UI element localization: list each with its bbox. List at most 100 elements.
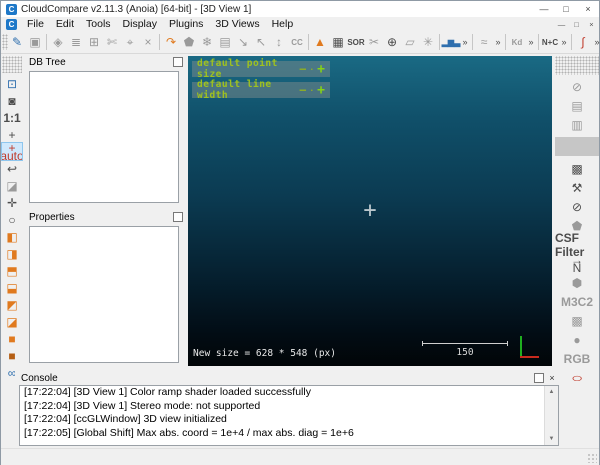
- auto-pick-center-icon[interactable]: + auto: [2, 143, 22, 160]
- screenshot-icon[interactable]: ▤: [216, 33, 234, 51]
- properties-content[interactable]: [29, 226, 179, 363]
- save-icon[interactable]: ▣: [26, 33, 44, 51]
- point-size-decrease-button[interactable]: −: [299, 62, 306, 76]
- line-width-decrease-button[interactable]: −: [299, 83, 306, 97]
- csf-filter-button[interactable]: CSF Filter: [555, 235, 599, 254]
- toolbar-extension-button[interactable]: »: [493, 33, 503, 51]
- histogram-icon[interactable]: ▂▆▃: [442, 33, 460, 51]
- clean-broom-icon[interactable]: ⚒: [555, 178, 599, 197]
- separator: [538, 34, 539, 50]
- animation-icon[interactable]: ▩: [555, 159, 599, 178]
- float-panel-icon[interactable]: [173, 57, 183, 67]
- view-iso-back-icon[interactable]: ■: [2, 347, 22, 364]
- dock-drag-handle: [2, 56, 22, 73]
- perspective-cube-icon[interactable]: ◪: [2, 177, 22, 194]
- status-bar: [1, 448, 599, 465]
- view-left-icon[interactable]: ⬒: [2, 262, 22, 279]
- menu-3d-views[interactable]: 3D Views: [209, 17, 265, 31]
- s-curve-icon[interactable]: ∫: [574, 33, 592, 51]
- zoom-fit-all-icon[interactable]: ↕: [270, 33, 288, 51]
- toolbar-extension-button[interactable]: »: [460, 33, 470, 51]
- view-back-icon[interactable]: ⬓: [2, 279, 22, 296]
- console-log-line: [17:22:04] [3D View 1] Stereo mode: not …: [20, 400, 545, 414]
- db-tree-content[interactable]: [29, 71, 179, 203]
- zoom-fit-icon[interactable]: ↘: [234, 33, 252, 51]
- segment-icon[interactable]: ✄: [103, 33, 121, 51]
- properties-list-icon[interactable]: ≣: [67, 33, 85, 51]
- transform-icon[interactable]: ◈: [49, 33, 67, 51]
- console-header: Console ×: [15, 370, 561, 385]
- view-size-status-text: New size = 628 * 548 (px): [193, 348, 336, 359]
- cc-compare-icon[interactable]: CC: [288, 33, 306, 51]
- float-panel-icon[interactable]: [534, 373, 544, 383]
- facets-icon[interactable]: ●: [555, 330, 599, 349]
- mdi-restore-button[interactable]: □: [569, 18, 584, 30]
- menu-plugins[interactable]: Plugins: [163, 17, 209, 31]
- translate-rotate-icon[interactable]: ⊕: [383, 33, 401, 51]
- display-options-icon[interactable]: ⊡: [2, 75, 22, 92]
- scroll-up-icon[interactable]: ▲: [549, 386, 555, 398]
- clone-icon[interactable]: ↷: [162, 33, 180, 51]
- box-clip-icon[interactable]: ▱: [401, 33, 419, 51]
- float-panel-icon[interactable]: [173, 212, 183, 222]
- console-log-line: [17:22:04] [3D View 1] Color ramp shader…: [20, 386, 545, 400]
- camera-icon[interactable]: ◙: [2, 92, 22, 109]
- view-right-icon[interactable]: ◩: [2, 296, 22, 313]
- rasterize-icon[interactable]: ▤: [555, 96, 599, 115]
- resize-grip[interactable]: [587, 453, 597, 463]
- minimize-button[interactable]: —: [533, 2, 555, 16]
- toolbar-extension-button[interactable]: »: [526, 33, 536, 51]
- point-picking-icon[interactable]: ⌖: [121, 33, 139, 51]
- mdi-minimize-button[interactable]: —: [554, 18, 569, 30]
- zoom-fit-selection-icon[interactable]: ↖: [252, 33, 270, 51]
- open-icon[interactable]: ✎: [8, 33, 26, 51]
- pivot-arrow-icon[interactable]: ↩: [2, 160, 22, 177]
- db-tree-panel: DB Tree: [23, 54, 187, 209]
- hpr-icon[interactable]: ⬢: [555, 273, 599, 292]
- maximize-button[interactable]: □: [555, 2, 577, 16]
- noise-filter-icon[interactable]: ▦: [329, 33, 347, 51]
- texture-icon[interactable]: ▩: [555, 311, 599, 330]
- pan-view-icon[interactable]: ✛: [2, 194, 22, 211]
- sor-filter-icon[interactable]: SOR: [347, 33, 365, 51]
- line-width-increase-button[interactable]: +: [317, 83, 325, 98]
- db-tree-header: DB Tree: [23, 54, 187, 69]
- menu-help[interactable]: Help: [266, 17, 300, 31]
- point-size-increase-button[interactable]: +: [317, 62, 325, 77]
- curvature-icon[interactable]: ≈: [475, 33, 493, 51]
- view-top-icon[interactable]: ◧: [2, 228, 22, 245]
- viewport-3d-canvas[interactable]: default point size − · + default line wi…: [188, 56, 552, 366]
- mute-colors-icon[interactable]: ⊘: [555, 77, 599, 96]
- menu-display[interactable]: Display: [117, 17, 163, 31]
- contour-plot-icon[interactable]: ▥: [555, 115, 599, 134]
- toolbar-extension-button[interactable]: »: [592, 33, 600, 51]
- kd-tree-icon[interactable]: Kd: [508, 33, 526, 51]
- shield-filter-icon[interactable]: ⬟: [180, 33, 198, 51]
- view-bottom-icon[interactable]: ◪: [2, 313, 22, 330]
- menu-edit[interactable]: Edit: [50, 17, 80, 31]
- circle-slash-icon[interactable]: ⊘: [555, 197, 599, 216]
- polyline-trace-icon[interactable]: ✳: [419, 33, 437, 51]
- m3c2-icon[interactable]: M3C2: [555, 292, 599, 311]
- menu-file[interactable]: File: [21, 17, 50, 31]
- mdi-close-button[interactable]: ×: [584, 18, 599, 30]
- cone-sample-icon[interactable]: ▲: [311, 33, 329, 51]
- separator: [46, 34, 47, 50]
- view-front-icon[interactable]: ◨: [2, 245, 22, 262]
- view-iso-front-icon[interactable]: ■: [2, 330, 22, 347]
- compute-normals-icon[interactable]: → N: [555, 254, 599, 273]
- normals-plus-color-icon[interactable]: N+C: [541, 33, 559, 51]
- scissors-icon[interactable]: ✂: [365, 33, 383, 51]
- console-close-icon[interactable]: ×: [547, 373, 557, 383]
- close-button[interactable]: ×: [577, 2, 599, 16]
- zoom-magnifier-icon[interactable]: ○: [2, 211, 22, 228]
- menu-tools[interactable]: Tools: [80, 17, 117, 31]
- console-scrollbar[interactable]: ▲ ▼: [544, 386, 558, 445]
- delete-icon[interactable]: ×: [139, 33, 157, 51]
- scroll-down-icon[interactable]: ▼: [549, 433, 555, 445]
- zoom-1-1-icon[interactable]: 1:1: [2, 109, 22, 126]
- snowflake-icon[interactable]: ❄: [198, 33, 216, 51]
- apply-transformation-icon[interactable]: ⊞: [85, 33, 103, 51]
- toolbar-extension-button[interactable]: »: [559, 33, 569, 51]
- rgb-rock-icon[interactable]: RGB: [555, 349, 599, 368]
